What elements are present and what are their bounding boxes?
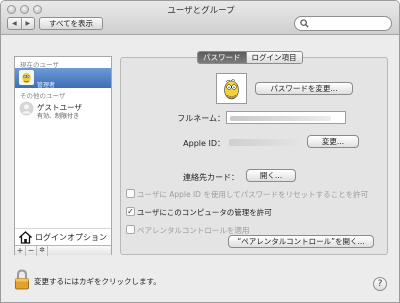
- tab-login-items[interactable]: ログイン項目: [245, 52, 302, 63]
- title-bar: ユーザとグループ ◀ ▶ すべてを表示: [1, 1, 399, 35]
- login-options-item[interactable]: ログインオプション: [15, 228, 111, 245]
- parental-controls-box: [126, 225, 135, 234]
- home-icon: [19, 231, 32, 244]
- lock-icon[interactable]: [14, 269, 30, 290]
- guest-user-status: 有効、制限付き: [37, 113, 80, 120]
- user-photo[interactable]: [216, 73, 247, 104]
- apple-id-label: Apple ID：: [183, 139, 225, 148]
- history-nav: ◀ ▶: [7, 17, 35, 30]
- full-name-redacted: [230, 116, 331, 121]
- action-menu-button[interactable]: ✲: [37, 246, 48, 256]
- full-name-field[interactable]: [226, 111, 346, 124]
- user-row-admin[interactable]: 管理者: [15, 68, 111, 89]
- search-icon: [300, 19, 309, 28]
- open-parental-controls-button[interactable]: “ペアレンタルコントロール”を開く...: [228, 235, 374, 248]
- user-row-guest[interactable]: ゲストユーザ 有効、制限付き: [15, 99, 111, 120]
- apple-id-redacted: [229, 139, 299, 146]
- contact-card-open-button[interactable]: 開く...: [246, 169, 296, 182]
- back-button[interactable]: ◀: [8, 18, 21, 29]
- sidebar-button-bar: + − ✲: [15, 245, 111, 256]
- user-picture-icon: [219, 76, 244, 101]
- show-all-button[interactable]: すべてを表示: [39, 17, 103, 30]
- guest-user-icon: [19, 101, 34, 116]
- simpson-avatar-icon: [19, 70, 34, 85]
- user-list-sidebar: 現在のユーザ 管理者 その他のユーザ ゲストユーザ 有効、制限付き ログインオプ…: [14, 56, 112, 256]
- login-options-label: ログインオプション: [35, 233, 107, 242]
- tab-password[interactable]: パスワード: [198, 52, 246, 63]
- apple-id-change-button[interactable]: 変更...: [307, 135, 359, 148]
- search-field[interactable]: [294, 16, 392, 31]
- lock-hint-text: 変更するにはカギをクリックします。: [34, 277, 161, 286]
- forward-button[interactable]: ▶: [20, 18, 35, 29]
- allow-apple-id-reset-label: ユーザに Apple ID を使用してパスワードをリセットすることを許可: [137, 190, 369, 199]
- preferences-window: ユーザとグループ ◀ ▶ すべてを表示 現在のユーザ 管理者 その他のユーザ ゲ…: [0, 0, 400, 303]
- add-user-button[interactable]: +: [15, 246, 26, 256]
- help-button[interactable]: ?: [373, 277, 387, 291]
- window-title: ユーザとグループ: [167, 6, 235, 16]
- current-user-role: 管理者: [37, 82, 56, 89]
- pane-tabs: パスワード ログイン項目: [197, 51, 303, 64]
- full-name-label: フルネーム：: [177, 114, 225, 123]
- remove-user-button[interactable]: −: [26, 246, 37, 256]
- allow-admin-box: ✓: [126, 207, 135, 216]
- allow-admin-label: ユーザにこのコンピュータの管理を許可: [137, 208, 272, 217]
- contact-card-label: 連絡先カード：: [183, 173, 239, 182]
- change-password-button[interactable]: パスワードを変更...: [255, 82, 353, 95]
- allow-apple-id-reset-box: [126, 189, 135, 198]
